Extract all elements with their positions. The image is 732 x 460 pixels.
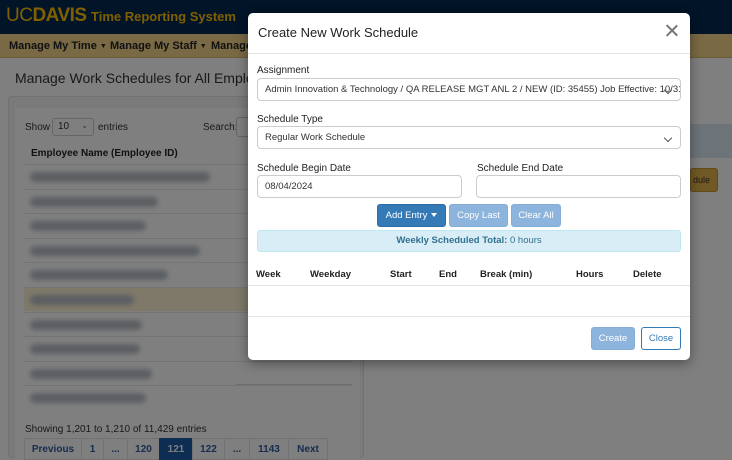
add-entry-button[interactable]: Add Entry: [377, 204, 446, 227]
schedule-type-value: Regular Work Schedule: [265, 132, 366, 143]
weekly-total-bar: Weekly Scheduled Total: 0 hours: [257, 230, 681, 252]
column-header-weekday: Weekday: [310, 269, 352, 280]
assignment-select[interactable]: Admin Innovation & Technology / QA RELEA…: [257, 78, 681, 101]
dialog-title: Create New Work Schedule: [258, 25, 419, 40]
create-button[interactable]: Create: [591, 327, 635, 350]
close-button[interactable]: Close: [641, 327, 681, 350]
close-icon[interactable]: [664, 23, 680, 39]
schedule-type-select[interactable]: Regular Work Schedule: [257, 126, 681, 149]
create-schedule-dialog: Create New Work Schedule Assignment Admi…: [248, 13, 690, 360]
table-divider: [248, 285, 690, 286]
begin-date-input[interactable]: 08/04/2024: [257, 175, 462, 198]
end-date-input[interactable]: [476, 175, 681, 198]
clear-all-button[interactable]: Clear All: [511, 204, 561, 227]
dialog-header: Create New Work Schedule: [248, 13, 690, 54]
assignment-value: Admin Innovation & Technology / QA RELEA…: [265, 84, 681, 95]
column-header-delete: Delete: [633, 269, 662, 280]
column-header-break: Break (min): [480, 269, 533, 280]
column-header-week: Week: [256, 269, 281, 280]
schedule-type-label: Schedule Type: [257, 114, 323, 125]
copy-last-button[interactable]: Copy Last: [449, 204, 508, 227]
column-header-end: End: [439, 269, 457, 280]
caret-down-icon: [431, 213, 438, 217]
column-header-start: Start: [390, 269, 412, 280]
begin-date-label: Schedule Begin Date: [257, 163, 351, 174]
weekly-total-label: Weekly Scheduled Total:: [396, 235, 508, 246]
footer-divider: [248, 316, 690, 317]
assignment-label: Assignment: [257, 65, 310, 76]
weekly-total-value: 0 hours: [510, 235, 542, 246]
end-date-label: Schedule End Date: [477, 163, 564, 174]
chevron-down-icon: [663, 133, 673, 143]
column-header-hours: Hours: [576, 269, 604, 280]
